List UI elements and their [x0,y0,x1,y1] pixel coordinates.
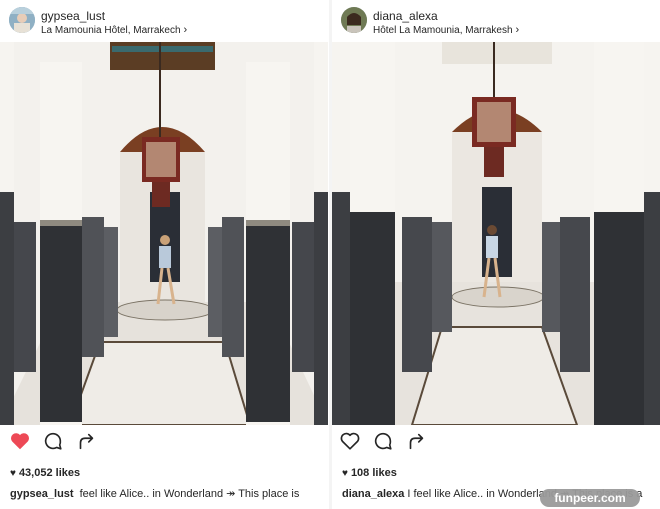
post-actions [0,428,328,456]
username[interactable]: diana_alexa [373,9,438,23]
heart-icon: ♥ [10,468,16,479]
comment-icon[interactable] [372,430,394,452]
avatar[interactable] [9,7,35,33]
location-label: Hôtel La Mamounia, Marrakesh [373,25,513,36]
watermark: funpeer.com [540,489,640,507]
post-photo[interactable] [0,42,328,425]
caption-username[interactable]: gypsea_lust [10,488,74,500]
location-link[interactable]: La Mamounia Hôtel, Marrakech › [41,24,187,36]
comment-icon[interactable] [42,430,64,452]
post-header: diana_alexa Hôtel La Mamounia, Marrakesh… [332,0,660,42]
share-icon[interactable] [75,430,97,452]
username[interactable]: gypsea_lust [41,9,105,23]
chevron-right-icon: › [515,24,520,36]
caption-username[interactable]: diana_alexa [342,488,404,500]
post-header: gypsea_lust La Mamounia Hôtel, Marrakech… [0,0,328,42]
avatar[interactable] [341,7,367,33]
caption: gypsea_lust feel like Alice.. in Wonderla… [10,487,299,500]
chevron-right-icon: › [183,24,188,36]
post-actions [332,428,660,456]
likes-label: 43,052 likes [18,467,81,479]
heart-icon[interactable] [9,430,31,452]
post-photo[interactable] [332,42,660,425]
location-label: La Mamounia Hôtel, Marrakech [41,25,181,36]
likes-count[interactable]: ♥ 108 likes [342,467,397,479]
post-right: diana_alexa Hôtel La Mamounia, Marrakesh… [332,0,660,509]
share-icon[interactable] [405,430,427,452]
likes-count[interactable]: ♥ 43,052 likes [10,467,80,479]
location-link[interactable]: Hôtel La Mamounia, Marrakesh › [373,24,519,36]
caption-text: feel like Alice.. in Wonderland ↠ This p… [79,488,300,500]
post-left: gypsea_lust La Mamounia Hôtel, Marrakech… [0,0,328,509]
heart-icon[interactable] [339,430,361,452]
heart-icon: ♥ [342,468,348,479]
likes-label: 108 likes [350,467,397,479]
